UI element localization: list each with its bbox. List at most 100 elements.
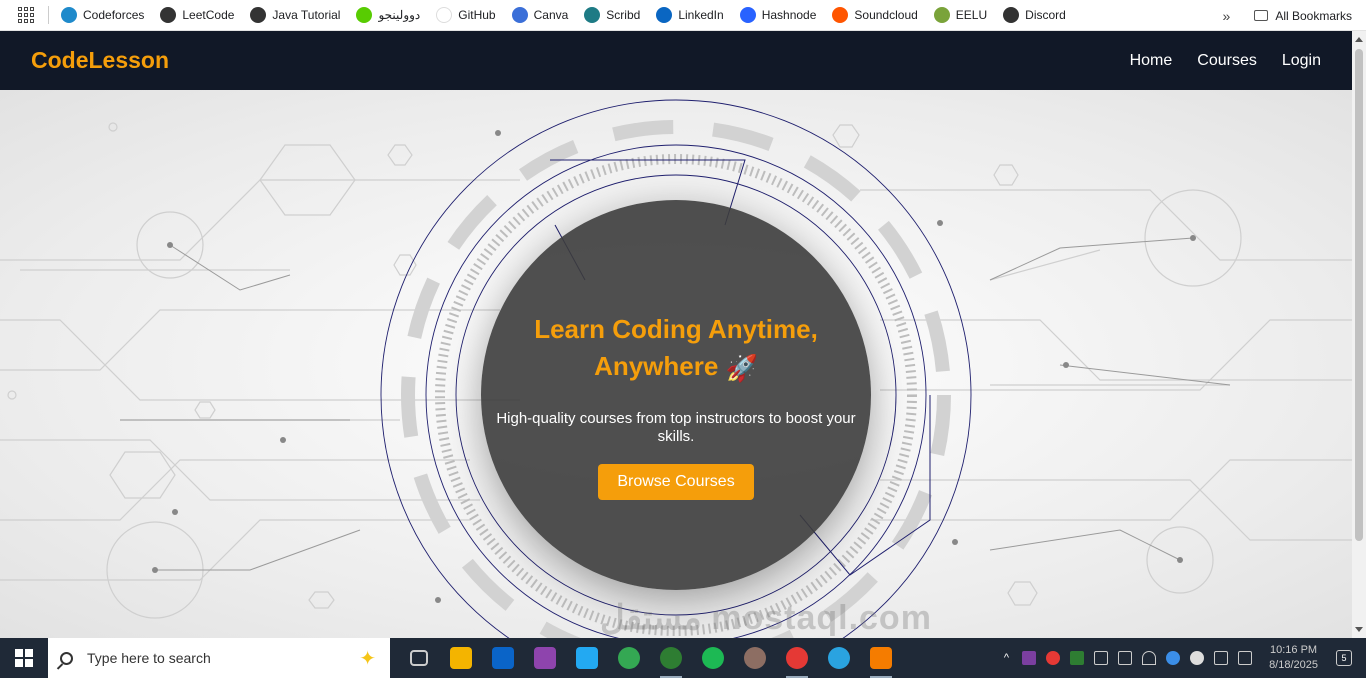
onenote-tray-icon[interactable] bbox=[1022, 651, 1037, 665]
linkedin-icon bbox=[656, 7, 673, 23]
bookmark-github[interactable]: GitHub bbox=[436, 7, 496, 23]
telegram-icon bbox=[828, 647, 850, 669]
globe-icon bbox=[1003, 7, 1020, 23]
apps-grid-icon[interactable] bbox=[18, 7, 34, 23]
bookmark-label: Java Tutorial bbox=[272, 8, 341, 22]
vscode-icon bbox=[576, 647, 598, 669]
bookmarks-overflow-icon[interactable]: » bbox=[1223, 8, 1231, 24]
hero-subtitle: High-quality courses from top instructor… bbox=[496, 409, 856, 445]
hero-card: Learn Coding Anytime, Anywhere 🚀 High-qu… bbox=[481, 200, 871, 590]
cloud-icon[interactable] bbox=[1190, 651, 1205, 665]
bookmark-codeforces[interactable]: Codeforces bbox=[61, 7, 144, 23]
visual-studio-taskbar-button[interactable] bbox=[524, 638, 566, 678]
clock[interactable]: 10:16 PM 8/18/2025 bbox=[1269, 643, 1318, 673]
tray-overflow-icon[interactable]: ^ bbox=[1004, 652, 1009, 664]
hashnode-icon bbox=[739, 7, 756, 23]
globe-icon bbox=[250, 7, 267, 23]
onedrive-icon[interactable] bbox=[1166, 651, 1181, 665]
bookmark-hashnode[interactable]: Hashnode bbox=[739, 7, 817, 23]
canva-icon bbox=[511, 7, 528, 23]
vscode-taskbar-button[interactable] bbox=[566, 638, 608, 678]
chrome-tray-icon[interactable] bbox=[1046, 651, 1061, 665]
notification-icon[interactable]: 5 bbox=[1336, 650, 1352, 666]
page-scrollbar[interactable] bbox=[1352, 31, 1366, 638]
bookmark-soundcloud[interactable]: Soundcloud bbox=[832, 7, 918, 23]
bookmark-label: Codeforces bbox=[83, 8, 145, 22]
security-tray-icon[interactable] bbox=[1070, 651, 1085, 665]
scroll-up-icon[interactable] bbox=[1355, 37, 1363, 42]
chrome-profile-2-icon bbox=[744, 647, 766, 669]
volume-icon[interactable] bbox=[1094, 651, 1109, 665]
clock-date: 8/18/2025 bbox=[1269, 659, 1318, 671]
bookmark-eelu[interactable]: EELU bbox=[933, 7, 988, 23]
telegram-taskbar-button[interactable] bbox=[818, 638, 860, 678]
wifi-icon[interactable] bbox=[1142, 651, 1157, 665]
codeforces-icon bbox=[61, 7, 77, 23]
spotify-taskbar-button[interactable] bbox=[692, 638, 734, 678]
scroll-down-icon[interactable] bbox=[1355, 627, 1363, 632]
browse-courses-button[interactable]: Browse Courses bbox=[598, 463, 754, 500]
battery-icon[interactable] bbox=[1118, 651, 1133, 665]
pen-icon[interactable] bbox=[1214, 651, 1229, 665]
brand-logo[interactable]: CodeLesson bbox=[31, 47, 169, 74]
chrome-profile-2-taskbar-button[interactable] bbox=[734, 638, 776, 678]
chrome-profile-icon bbox=[660, 647, 682, 669]
site-navbar: CodeLesson Home Courses Login bbox=[0, 31, 1352, 90]
chrome-taskbar-button[interactable] bbox=[608, 638, 650, 678]
start-button[interactable] bbox=[0, 638, 48, 678]
bookmarks-divider bbox=[48, 6, 49, 24]
nav-links: Home Courses Login bbox=[1130, 52, 1321, 70]
folder-icon bbox=[1254, 10, 1269, 21]
task-view-icon bbox=[410, 650, 428, 666]
github-icon bbox=[436, 7, 453, 23]
bookmark-label: Hashnode bbox=[761, 8, 817, 22]
rocket-icon: 🚀 bbox=[725, 352, 758, 383]
windows-icon bbox=[15, 649, 33, 667]
outlook-taskbar-button[interactable] bbox=[482, 638, 524, 678]
chrome-profile-3-icon bbox=[786, 647, 808, 669]
watermark: مستقل mostaql.com bbox=[600, 599, 932, 637]
bookmark-دوولينجو[interactable]: دوولينجو bbox=[356, 7, 420, 23]
file-explorer-taskbar-button[interactable] bbox=[440, 638, 482, 678]
brave-taskbar-button[interactable] bbox=[860, 638, 902, 678]
soundcloud-icon bbox=[832, 7, 849, 23]
search-icon bbox=[60, 651, 73, 665]
chrome-profile-3-taskbar-button[interactable] bbox=[776, 638, 818, 678]
bookmark-label: LeetCode bbox=[182, 8, 235, 22]
bookmark-discord[interactable]: Discord bbox=[1003, 7, 1066, 23]
file-explorer-icon bbox=[450, 647, 472, 669]
eelu-icon bbox=[933, 7, 950, 23]
bookmark-label: Discord bbox=[1025, 8, 1066, 22]
bookmark-canva[interactable]: Canva bbox=[511, 7, 569, 23]
bookmark-label: GitHub bbox=[458, 8, 496, 22]
scroll-thumb[interactable] bbox=[1355, 49, 1363, 541]
bookmark-label: دوولينجو bbox=[378, 8, 421, 22]
outlook-icon bbox=[492, 647, 514, 669]
bookmark-label: EELU bbox=[955, 8, 988, 22]
taskbar-search[interactable]: Type here to search ✦ bbox=[48, 638, 390, 678]
nav-link-login[interactable]: Login bbox=[1282, 52, 1321, 70]
bookmark-java-tutorial[interactable]: Java Tutorial bbox=[250, 7, 340, 23]
bookmark-label: LinkedIn bbox=[678, 8, 724, 22]
copilot-sparkle-icon[interactable]: ✦ bbox=[359, 646, 376, 671]
bookmark-scribd[interactable]: Scribd bbox=[584, 7, 640, 23]
clock-time: 10:16 PM bbox=[1269, 644, 1318, 656]
nav-link-courses[interactable]: Courses bbox=[1197, 52, 1257, 70]
bookmark-linkedin[interactable]: LinkedIn bbox=[656, 7, 724, 23]
chrome-icon bbox=[618, 647, 640, 669]
windows-taskbar: Type here to search ✦ ^ 10:16 PM 8/18/20… bbox=[0, 638, 1366, 678]
globe-icon bbox=[160, 7, 177, 23]
bookmarks-bar: Codeforces LeetCode Java Tutorial دوولينجو G… bbox=[0, 0, 1366, 31]
scribd-icon bbox=[584, 7, 601, 23]
nav-link-home[interactable]: Home bbox=[1130, 52, 1173, 70]
hero-title: Learn Coding Anytime, Anywhere 🚀 bbox=[506, 311, 846, 387]
system-tray: ^ 10:16 PM 8/18/2025 5 bbox=[1004, 638, 1366, 678]
bookmark-label: Canva bbox=[533, 8, 569, 22]
task-view-taskbar-button[interactable] bbox=[398, 638, 440, 678]
visual-studio-icon bbox=[534, 647, 556, 669]
spotify-icon bbox=[702, 647, 724, 669]
language-icon[interactable] bbox=[1238, 651, 1253, 665]
chrome-profile-taskbar-button[interactable] bbox=[650, 638, 692, 678]
bookmark-leetcode[interactable]: LeetCode bbox=[160, 7, 234, 23]
all-bookmarks-button[interactable]: All Bookmarks bbox=[1275, 9, 1352, 23]
